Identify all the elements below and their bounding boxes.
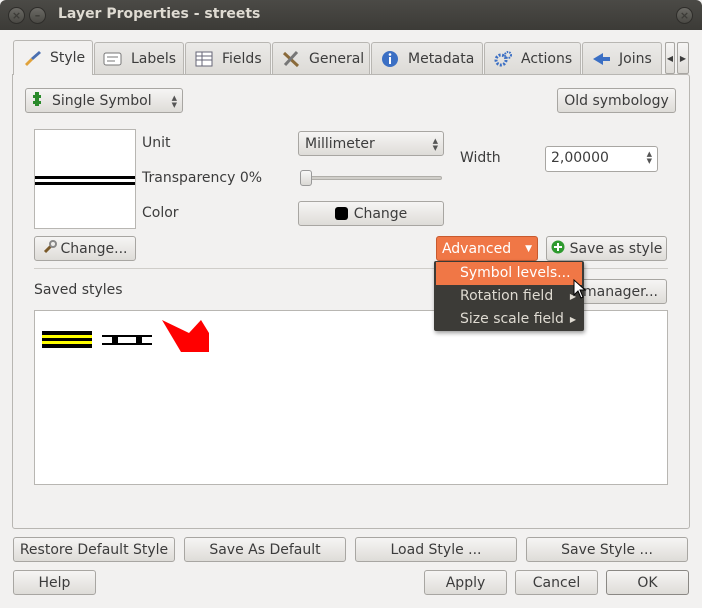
color-change-button[interactable]: Change xyxy=(298,201,444,226)
tab-metadata[interactable]: Metadata xyxy=(371,42,483,75)
menu-item-symbol-levels[interactable]: Symbol levels... xyxy=(436,262,582,285)
tab-actions[interactable]: Actions xyxy=(484,42,581,75)
info-icon xyxy=(380,50,400,68)
width-spinbox[interactable]: 2,00000 ▲ ▼ xyxy=(545,146,658,172)
gears-icon xyxy=(493,50,513,68)
old-symbology-label: Old symbology xyxy=(564,92,669,109)
tab-label: Metadata xyxy=(408,51,475,67)
apply-label: Apply xyxy=(445,574,486,591)
menu-item-label: Rotation field xyxy=(460,288,554,304)
color-swatch xyxy=(334,207,348,220)
renderer-combo[interactable]: Single Symbol ▲ ▼ xyxy=(25,88,183,113)
tab-label: Fields xyxy=(222,51,262,67)
advanced-menu: Symbol levels... Rotation field ▶ Size s… xyxy=(434,261,584,331)
saved-styles-label: Saved styles xyxy=(34,282,123,298)
saved-styles-list[interactable] xyxy=(34,310,668,485)
load-style-button[interactable]: Load Style ... xyxy=(355,537,517,562)
restore-default-label: Restore Default Style xyxy=(19,541,169,558)
tab-scroll-left-button[interactable]: ◀ xyxy=(665,42,675,74)
old-symbology-button[interactable]: Old symbology xyxy=(557,88,676,113)
close-icon[interactable]: × xyxy=(8,7,25,24)
menu-item-rotation-field[interactable]: Rotation field ▶ xyxy=(436,285,582,308)
menu-item-size-scale-field[interactable]: Size scale field ▶ xyxy=(436,308,582,331)
save-as-style-label: Save as style xyxy=(569,240,663,257)
ok-label: OK xyxy=(637,574,658,591)
minimize-icon[interactable]: – xyxy=(29,7,46,24)
advanced-label: Advanced xyxy=(441,240,512,257)
unit-label: Unit xyxy=(142,135,171,151)
transparency-slider[interactable] xyxy=(300,170,442,186)
symbol-change-label: Change... xyxy=(60,240,128,257)
label-icon xyxy=(103,50,123,68)
style-swatch-yellow-road[interactable] xyxy=(42,331,92,353)
menu-item-label: Size scale field xyxy=(460,311,564,327)
advanced-button[interactable]: Advanced ▼ xyxy=(436,236,538,261)
save-style-button[interactable]: Save Style ... xyxy=(526,537,688,562)
submenu-arrow-icon: ▶ xyxy=(569,315,576,324)
tab-style[interactable]: Style xyxy=(13,40,93,75)
transparency-slider-handle[interactable] xyxy=(300,170,312,186)
tab-general[interactable]: General xyxy=(272,42,370,75)
style-manager-label: manager... xyxy=(583,283,658,300)
save-as-default-label: Save As Default xyxy=(209,541,321,558)
style-swatch-railway[interactable] xyxy=(102,333,152,349)
symbol-change-button[interactable]: Change... xyxy=(34,236,136,261)
tab-labels[interactable]: Labels xyxy=(94,42,184,75)
color-label: Color xyxy=(142,205,179,221)
width-label: Width xyxy=(460,150,501,166)
unit-combo[interactable]: Millimeter ▲ ▼ xyxy=(298,131,444,156)
width-value: 2,00000 xyxy=(551,150,609,166)
join-icon xyxy=(591,50,611,68)
dropdown-arrow-icon: ▼ xyxy=(525,243,533,254)
help-button[interactable]: Help xyxy=(13,570,96,595)
color-change-label: Change xyxy=(353,205,408,222)
combo-arrows-icon: ▲ ▼ xyxy=(432,137,438,152)
unit-value: Millimeter xyxy=(305,135,375,152)
ok-button[interactable]: OK xyxy=(606,570,689,595)
title-bar: × – Layer Properties - streets × xyxy=(0,0,702,30)
load-style-label: Load Style ... xyxy=(390,541,482,558)
save-as-style-button[interactable]: Save as style xyxy=(546,236,667,261)
style-swatch-red-polygon[interactable] xyxy=(161,319,211,354)
tools-icon xyxy=(281,50,301,68)
menu-item-label: Symbol levels... xyxy=(460,265,571,281)
window-title: Layer Properties - streets xyxy=(58,6,261,22)
table-icon xyxy=(194,50,214,68)
tab-fields[interactable]: Fields xyxy=(185,42,271,75)
save-style-label: Save Style ... xyxy=(561,541,653,558)
restore-default-style-button[interactable]: Restore Default Style xyxy=(13,537,175,562)
dialog-close-icon[interactable]: × xyxy=(676,7,693,24)
renderer-value: Single Symbol xyxy=(52,92,152,109)
cancel-label: Cancel xyxy=(532,574,581,591)
tab-label: General xyxy=(309,51,365,67)
apply-button[interactable]: Apply xyxy=(424,570,507,595)
tab-label: Labels xyxy=(131,51,177,67)
tab-joins[interactable]: Joins xyxy=(582,42,662,75)
single-symbol-icon xyxy=(32,91,46,111)
brush-icon xyxy=(22,49,42,67)
help-label: Help xyxy=(38,574,71,591)
combo-arrows-icon: ▲ ▼ xyxy=(171,94,177,109)
spin-arrows-icon[interactable]: ▲ ▼ xyxy=(647,151,652,165)
transparency-label: Transparency 0% xyxy=(142,170,263,186)
wrench-icon xyxy=(43,239,57,258)
tab-scroll-right-button[interactable]: ▶ xyxy=(677,42,689,74)
cancel-button[interactable]: Cancel xyxy=(515,570,598,595)
tab-label: Actions xyxy=(521,51,573,67)
mouse-cursor-icon xyxy=(573,278,587,303)
tab-label: Style xyxy=(50,50,86,66)
save-as-default-button[interactable]: Save As Default xyxy=(184,537,346,562)
symbol-preview xyxy=(34,129,136,229)
plus-icon xyxy=(551,240,565,258)
tab-label: Joins xyxy=(619,51,652,67)
